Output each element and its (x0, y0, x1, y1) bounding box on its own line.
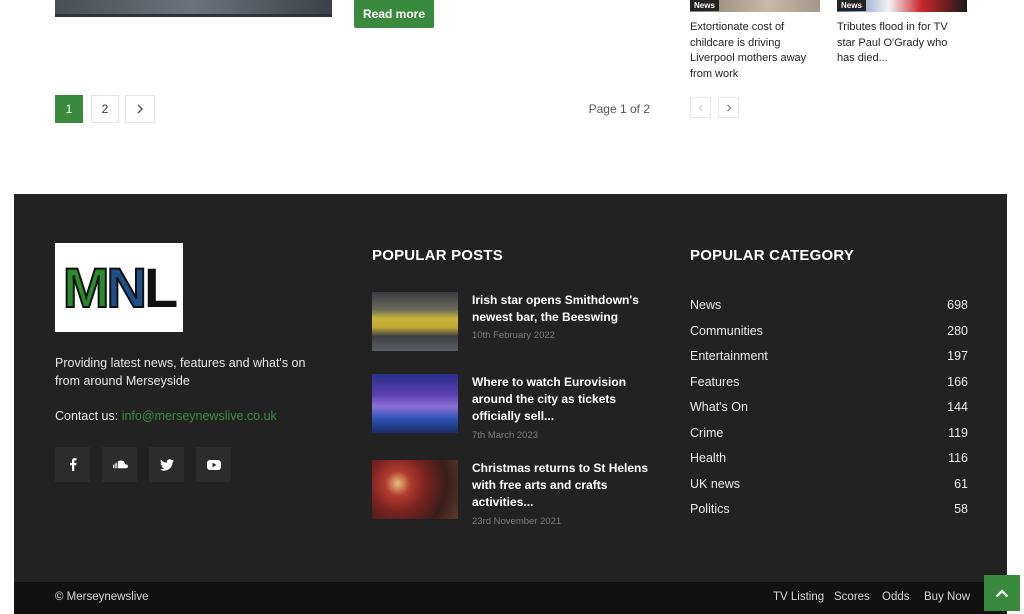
contact-label: Contact us: (55, 409, 122, 423)
related-prev-button[interactable] (690, 97, 711, 118)
logo-text: MNL (62, 255, 178, 319)
category-item-entertainment[interactable]: Entertainment 197 (690, 349, 968, 365)
category-item-features[interactable]: Features 166 (690, 375, 968, 391)
category-tag[interactable]: News (690, 0, 719, 11)
article-thumbnail[interactable] (55, 0, 332, 17)
popular-post-item[interactable]: Irish star opens Smithdown's newest bar,… (372, 292, 672, 352)
related-post-card[interactable]: News Tributes flood in for TV star Paul … (837, 0, 967, 67)
chevron-left-icon (698, 104, 703, 111)
related-post-title[interactable]: Extortionate cost of childcare is drivin… (690, 20, 820, 82)
page-info: Page 1 of 2 (588, 102, 650, 116)
popular-post-title[interactable]: Christmas returns to St Helens with free… (472, 460, 657, 511)
popular-post-item[interactable]: Christmas returns to St Helens with free… (372, 460, 672, 527)
site-footer: MNL Providing latest news, features and … (14, 194, 1007, 582)
arrow-up-icon (995, 588, 1009, 597)
footer-about-text: Providing latest news, features and what… (55, 356, 306, 388)
youtube-icon (206, 459, 221, 470)
popular-posts-heading: POPULAR POSTS (372, 247, 503, 264)
related-post-title[interactable]: Tributes flood in for TV star Paul O'Gra… (837, 20, 967, 67)
related-next-button[interactable] (718, 97, 739, 118)
popular-post-title[interactable]: Irish star opens Smithdown's newest bar,… (472, 292, 657, 326)
popular-post-item[interactable]: Where to watch Eurovision around the cit… (372, 374, 672, 441)
pagination-page-2[interactable]: 2 (91, 95, 119, 123)
popular-post-title[interactable]: Where to watch Eurovision around the cit… (472, 374, 657, 425)
read-more-button[interactable]: Read more (354, 0, 434, 28)
back-to-top-button[interactable] (984, 575, 1020, 611)
footer-link-buy-now[interactable]: Buy Now (924, 591, 970, 603)
chevron-right-icon (726, 104, 731, 111)
popular-post-date: 23rd November 2021 (472, 516, 562, 527)
twitter-icon (159, 458, 174, 471)
related-post-image[interactable]: News (690, 0, 820, 12)
popular-post-image[interactable] (372, 460, 458, 519)
category-item-whats-on[interactable]: What's On 144 (690, 400, 968, 416)
category-item-crime[interactable]: Crime 119 (690, 426, 968, 442)
pagination-page-1[interactable]: 1 (55, 95, 83, 123)
popular-post-date: 10th February 2022 (472, 330, 555, 341)
related-post-card[interactable]: News Extortionate cost of childcare is d… (690, 0, 820, 82)
chevron-right-icon (137, 104, 143, 114)
site-logo[interactable]: MNL (55, 243, 183, 332)
category-item-uk-news[interactable]: UK news 61 (690, 477, 968, 493)
popular-post-date: 7th March 2023 (472, 430, 539, 441)
soundcloud-button[interactable] (102, 447, 137, 482)
contact-email-link[interactable]: info@merseynewslive.co.uk (122, 409, 277, 423)
category-item-news[interactable]: News 698 (690, 298, 968, 314)
category-item-health[interactable]: Health 116 (690, 451, 968, 467)
facebook-button[interactable] (55, 447, 90, 482)
pagination-next-button[interactable] (125, 95, 155, 123)
footer-contact: Contact us: info@merseynewslive.co.uk (55, 409, 277, 423)
soundcloud-icon (112, 460, 128, 469)
twitter-button[interactable] (149, 447, 184, 482)
footer-link-scores[interactable]: Scores (834, 591, 870, 603)
related-post-image[interactable]: News (837, 0, 967, 12)
footer-link-tv-listing[interactable]: TV Listing (773, 591, 824, 603)
footer-link-odds[interactable]: Odds (882, 591, 910, 603)
popular-post-image[interactable] (372, 292, 458, 351)
category-item-politics[interactable]: Politics 58 (690, 502, 968, 518)
facebook-icon (69, 458, 76, 471)
category-item-communities[interactable]: Communities 280 (690, 324, 968, 340)
youtube-button[interactable] (196, 447, 231, 482)
category-tag[interactable]: News (837, 0, 866, 11)
article-list-area: Read more 1 2 Page 1 of 2 News Extortion… (0, 0, 1024, 194)
footer-bottom-bar: © Merseynewslive TV Listing Scores Odds … (14, 582, 1007, 614)
popular-category-heading: POPULAR CATEGORY (690, 247, 855, 264)
popular-post-image[interactable] (372, 374, 458, 433)
copyright-text: © Merseynewslive (55, 591, 149, 603)
